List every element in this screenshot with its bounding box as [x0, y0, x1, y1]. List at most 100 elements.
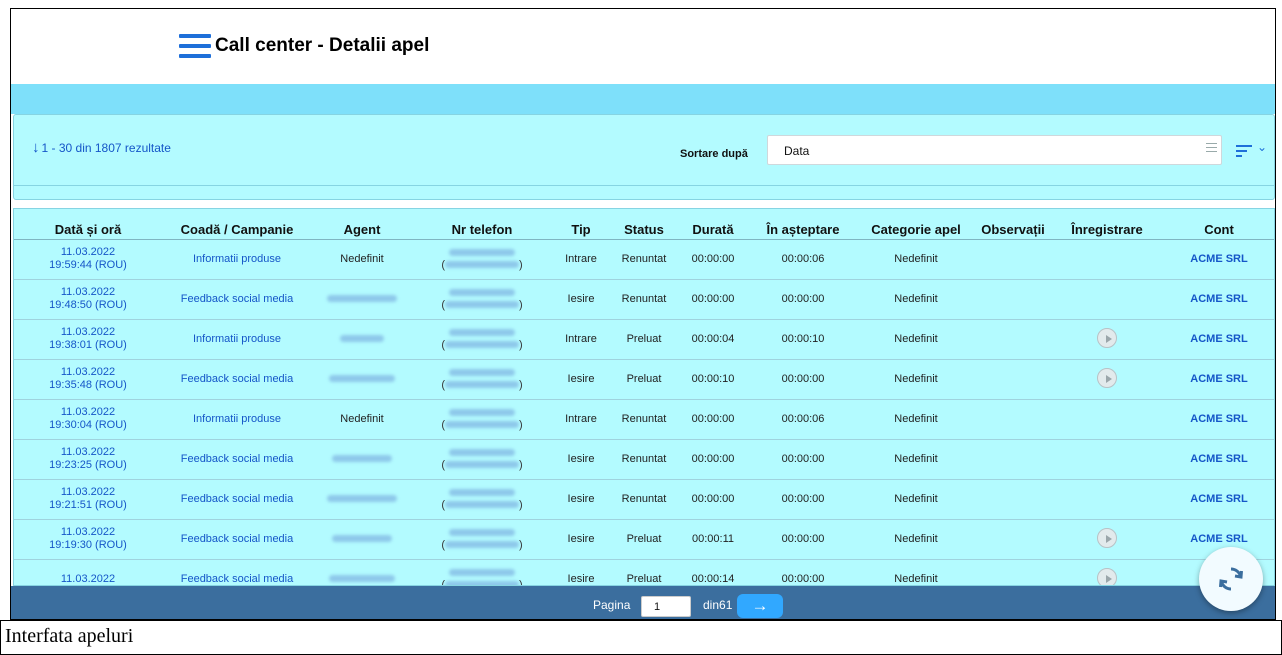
sort-label: Sortare după [680, 148, 748, 160]
cell-durata: 00:00:00 [678, 399, 748, 440]
results-text: 1 - 30 din 1807 rezultate [41, 141, 171, 155]
cell-datetime[interactable]: 11.03.2022 [14, 559, 162, 585]
cell-status: Preluat [610, 519, 678, 560]
table-body: 11.03.2022 19:59:44 (ROU) Informatii produ… [14, 239, 1274, 585]
page-input[interactable]: 1 [641, 596, 691, 617]
cell-datetime[interactable]: 11.03.2022 19:48:50 (ROU) [14, 279, 162, 320]
cell-recording [1052, 559, 1162, 585]
page-title: Call center - Detalii apel [215, 35, 430, 56]
redacted-name [445, 261, 519, 268]
cell-categorie: Nedefinit [858, 319, 974, 360]
cell-datetime[interactable]: 11.03.2022 19:21:51 (ROU) [14, 479, 162, 520]
cell-asteptare: 00:00:00 [748, 519, 858, 560]
cell-phone: () [412, 359, 552, 400]
table-row[interactable]: 11.03.2022 19:59:44 (ROU) Informatii produ… [14, 239, 1274, 280]
cell-datetime[interactable]: 11.03.2022 19:35:48 (ROU) [14, 359, 162, 400]
cell-queue[interactable]: Feedback social media [162, 279, 312, 320]
redacted-name [445, 381, 519, 388]
paren: ) [519, 379, 523, 391]
table-row[interactable]: 11.03.2022 19:23:25 (ROU) Feedback social … [14, 439, 1274, 480]
redacted-number [449, 529, 515, 536]
cell-asteptare: 00:00:00 [748, 479, 858, 520]
cell-account[interactable]: ACME SRL [1162, 439, 1274, 480]
cell-recording [1052, 239, 1162, 280]
cell-datetime[interactable]: 11.03.2022 19:30:04 (ROU) [14, 399, 162, 440]
cell-queue[interactable]: Feedback social media [162, 439, 312, 480]
redacted-phone-name: () [412, 379, 552, 391]
redacted-phone-name: () [412, 539, 552, 551]
cell-asteptare: 00:00:00 [748, 559, 858, 585]
column-header: Cont [1162, 209, 1274, 240]
cell-queue[interactable]: Feedback social media [162, 519, 312, 560]
redacted-agent [329, 575, 395, 582]
pager-label: Pagina [593, 598, 631, 612]
redacted-phone-name: () [412, 499, 552, 511]
refresh-button[interactable] [1199, 547, 1263, 611]
cell-account[interactable]: ACME SRL [1162, 359, 1274, 400]
redacted-number [449, 329, 515, 336]
cell-phone: () [412, 399, 552, 440]
table-header: Dată și oră Coadă / Campanie Agent Nr telef… [14, 209, 1274, 240]
cell-asteptare: 00:00:06 [748, 239, 858, 280]
table-row[interactable]: 11.03.2022 19:38:01 (ROU) Informatii produ… [14, 319, 1274, 360]
cell-tip: Intrare [552, 319, 610, 360]
cell-account[interactable]: ACME SRL [1162, 279, 1274, 320]
table-row[interactable]: 11.03.2022 19:19:30 (ROU) Feedback social … [14, 519, 1274, 560]
cell-durata: 00:00:11 [678, 519, 748, 560]
play-icon[interactable] [1097, 327, 1117, 348]
cell-datetime[interactable]: 11.03.2022 19:23:25 (ROU) [14, 439, 162, 480]
table-row[interactable]: 11.03.2022 19:48:50 (ROU) Feedback social … [14, 279, 1274, 320]
column-header: Nr telefon [412, 209, 552, 240]
cell-datetime[interactable]: 11.03.2022 19:59:44 (ROU) [14, 239, 162, 280]
results-count: ↓ 1 - 30 din 1807 rezultate [32, 139, 171, 156]
redacted-phone [412, 367, 552, 379]
play-icon[interactable] [1097, 567, 1117, 585]
cell-queue[interactable]: Feedback social media [162, 359, 312, 400]
cell-asteptare: 00:00:06 [748, 399, 858, 440]
cell-queue[interactable]: Informatii produse [162, 319, 312, 360]
cell-queue[interactable]: Informatii produse [162, 239, 312, 280]
cell-queue[interactable]: Informatii produse [162, 399, 312, 440]
table-row[interactable]: 11.03.2022 19:30:04 (ROU) Informatii produ… [14, 399, 1274, 440]
next-page-button[interactable]: → [737, 594, 783, 618]
call-date: 11.03.2022 [60, 366, 116, 378]
sort-direction-button[interactable]: ⌄ [1236, 140, 1270, 161]
redacted-phone [412, 247, 552, 259]
cell-queue[interactable]: Feedback social media [162, 479, 312, 520]
table-row[interactable]: 11.03.2022 19:21:51 (ROU) Feedback social … [14, 479, 1274, 520]
sort-select[interactable]: Data [767, 135, 1222, 165]
calls-table-panel: Dată și oră Coadă / Campanie Agent Nr telef… [13, 208, 1275, 586]
cell-observatii [974, 319, 1052, 360]
cell-phone: () [412, 239, 552, 280]
cell-status: Preluat [610, 559, 678, 585]
cell-recording [1052, 519, 1162, 560]
cell-datetime[interactable]: 11.03.2022 19:38:01 (ROU) [14, 319, 162, 360]
cell-recording [1052, 319, 1162, 360]
redacted-phone [412, 567, 552, 579]
table-row[interactable]: 11.03.2022 Feedback social media () Iesire P… [14, 559, 1274, 585]
cell-account[interactable]: ACME SRL [1162, 319, 1274, 360]
cell-tip: Iesire [552, 519, 610, 560]
app-frame: Call center - Detalii apel ↓ 1 - 30 din 1… [10, 8, 1276, 620]
cell-tip: Intrare [552, 239, 610, 280]
cell-asteptare: 00:00:00 [748, 279, 858, 320]
cell-datetime[interactable]: 11.03.2022 19:19:30 (ROU) [14, 519, 162, 560]
table-row[interactable]: 11.03.2022 19:35:48 (ROU) Feedback social … [14, 359, 1274, 400]
cell-observatii [974, 559, 1052, 585]
play-icon[interactable] [1097, 367, 1117, 388]
cell-phone: () [412, 439, 552, 480]
redacted-number [449, 489, 515, 496]
call-date: 11.03.2022 [60, 572, 116, 585]
cell-agent [312, 279, 412, 320]
cell-account[interactable]: ACME SRL [1162, 479, 1274, 520]
hamburger-icon[interactable] [179, 34, 211, 58]
arrow-right-icon: → [751, 596, 769, 615]
call-date: 11.03.2022 [60, 526, 116, 538]
play-icon[interactable] [1097, 527, 1117, 548]
cell-account[interactable]: ACME SRL [1162, 399, 1274, 440]
paren: ) [519, 259, 523, 271]
redacted-name [445, 421, 519, 428]
cell-account[interactable]: ACME SRL [1162, 239, 1274, 280]
cell-queue[interactable]: Feedback social media [162, 559, 312, 585]
cell-observatii [974, 519, 1052, 560]
